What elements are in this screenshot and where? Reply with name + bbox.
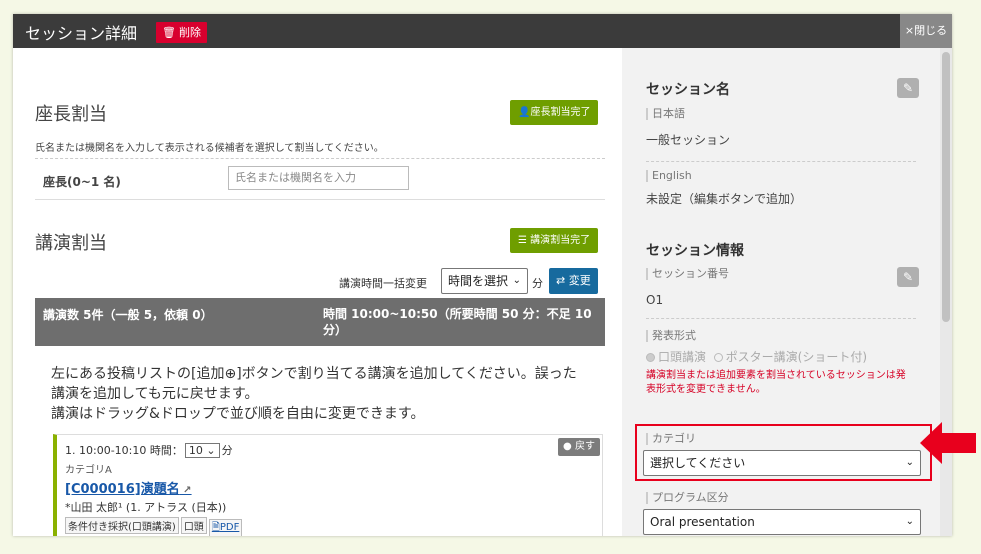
time-select[interactable]: 時間を選択 ⌄: [441, 268, 528, 294]
program-label: プログラム区分: [646, 492, 729, 504]
pdf-link[interactable]: 🗎PDF: [208, 519, 243, 536]
list-icon: ☰: [518, 235, 531, 246]
talk-category: カテゴリA: [65, 465, 112, 476]
edit-session-info-button[interactable]: ✎: [897, 267, 919, 287]
format-poster-label: ポスター講演(ショート付): [725, 350, 868, 364]
minute-unit: 分: [532, 277, 543, 290]
change-button[interactable]: ⇄ 変更: [549, 268, 598, 294]
instruction-line: 左にある投稿リストの[追加⊕]ボタンで割り当てる講演を追加してください。誤った: [51, 366, 577, 382]
modal-header: セッション詳細 🗑 削除 ×閉じる: [13, 14, 952, 48]
left-pane: 座長割当 👤座長割当完了 氏名または機関名を入力して表示される候補者を選択して割…: [13, 48, 622, 536]
talk-tags: 条件付き採択(口頭講演) 口頭 🗎PDF: [65, 517, 244, 536]
format-radio-group: 口頭講演 ポスター講演(ショート付): [646, 348, 867, 365]
session-name-title: セッション名: [646, 82, 730, 98]
pencil-icon: ✎: [902, 81, 914, 95]
instruction-line: 講演を追加しても元に戻せます。: [51, 386, 259, 402]
tag-format: 口頭: [180, 517, 207, 534]
talks-complete-button[interactable]: ☰ 講演割当完了: [510, 228, 599, 253]
instruction-line: 講演はドラッグ&ドロップで並び順を自由に変更できます。: [51, 406, 425, 422]
right-pane: セッション名 ✎ 日本語 一般セッション English 未設定（編集ボタンで追…: [622, 48, 952, 536]
talks-section-title: 講演割当: [35, 233, 107, 254]
page-background: [0, 0, 981, 14]
scrollbar-thumb[interactable]: [942, 52, 950, 322]
talks-complete-label: 講演割当完了: [530, 235, 591, 246]
divider: [646, 161, 916, 162]
chair-section-title: 座長割当: [35, 104, 107, 125]
chevron-down-icon: ⌄: [512, 275, 521, 286]
person-icon: 👤: [518, 107, 531, 118]
chevron-down-icon: ⌄: [905, 516, 914, 527]
tag-status: 条件付き採択(口頭講演): [65, 517, 179, 534]
talk-time-line: 1. 10:00-10:10 時間： 10 ⌄ 分: [65, 442, 233, 458]
japanese-label: 日本語: [646, 108, 685, 120]
divider: [35, 158, 605, 159]
chair-search-input[interactable]: 氏名または機関名を入力: [228, 166, 409, 190]
divider: [646, 318, 916, 319]
file-icon: 🗎: [211, 522, 220, 533]
talk-item[interactable]: 1. 10:00-10:10 時間： 10 ⌄ 分 ● 戻す カテゴリA [C000…: [53, 434, 603, 536]
back-button[interactable]: ● 戻す: [558, 438, 600, 456]
format-oral-label: 口頭講演: [658, 350, 707, 364]
session-number-value: O1: [646, 293, 664, 307]
talk-count: 講演数 5件（一般 5，依頼 0）: [43, 308, 213, 322]
english-label: English: [646, 170, 692, 182]
talk-time: 時間 10:00~10:50（所要時間 50 分：不足 10 分）: [323, 307, 592, 337]
program-value: Oral presentation: [650, 515, 755, 529]
chair-complete-button[interactable]: 👤座長割当完了: [510, 100, 599, 125]
radio-oral: [646, 353, 655, 362]
talk-author: *山田 太郎¹ (1. アトラス (日本)): [65, 501, 227, 514]
radio-poster: [713, 353, 723, 362]
chair-field-label: 座長(0~1 名): [43, 175, 121, 189]
external-link-icon: ↗: [179, 485, 192, 496]
highlight-box: [635, 424, 932, 481]
program-select[interactable]: Oral presentation ⌄: [643, 509, 921, 535]
close-button[interactable]: ×閉じる: [900, 14, 952, 48]
talk-title-link[interactable]: [C000016]演題名 ↗: [65, 478, 192, 497]
chair-complete-label: 座長割当完了: [530, 107, 591, 118]
duration-value: 10: [188, 444, 203, 457]
back-label: 戻す: [574, 441, 595, 452]
session-detail-modal: セッション詳細 🗑 削除 ×閉じる 座長割当 👤座長割当完了 氏名または機関名を入…: [13, 14, 952, 536]
chair-note: 氏名または機関名を入力して表示される候補者を選択して割当してください。: [35, 143, 384, 154]
session-number-label: セッション番号: [646, 268, 729, 280]
talk-time-prefix: 1. 10:00-10:10 時間：: [65, 444, 183, 457]
duration-unit: 分: [221, 444, 233, 457]
swap-icon: ⇄: [556, 274, 569, 287]
english-value: 未設定（編集ボタンで追加）: [646, 192, 803, 206]
time-select-value: 時間を選択: [448, 274, 509, 288]
bulk-time-label: 講演時間一括変更: [339, 277, 427, 290]
edit-session-name-button[interactable]: ✎: [897, 78, 919, 98]
session-info-title: セッション情報: [646, 243, 744, 259]
back-icon: ●: [563, 441, 575, 452]
pdf-label: PDF: [219, 522, 240, 533]
pencil-icon: ✎: [902, 270, 914, 284]
talks-summary-bar: 講演数 5件（一般 5，依頼 0） 時間 10:00~10:50（所要時間 50…: [35, 298, 605, 346]
divider: [35, 199, 605, 200]
japanese-value: 一般セッション: [646, 133, 731, 147]
change-label: 変更: [568, 274, 591, 287]
duration-select[interactable]: 10 ⌄: [184, 443, 220, 458]
format-warning: 講演割当または追加要素を割当されているセッションは発表形式を変更できません。: [646, 370, 906, 395]
delete-button[interactable]: 🗑 削除: [156, 22, 207, 43]
talk-title: [C000016]演題名: [65, 482, 180, 497]
pointer-arrow-icon: [920, 422, 976, 464]
modal-title: セッション詳細: [25, 24, 138, 43]
delete-label: 削除: [178, 26, 201, 39]
trash-icon: 🗑: [162, 26, 176, 39]
format-label: 発表形式: [646, 330, 696, 342]
